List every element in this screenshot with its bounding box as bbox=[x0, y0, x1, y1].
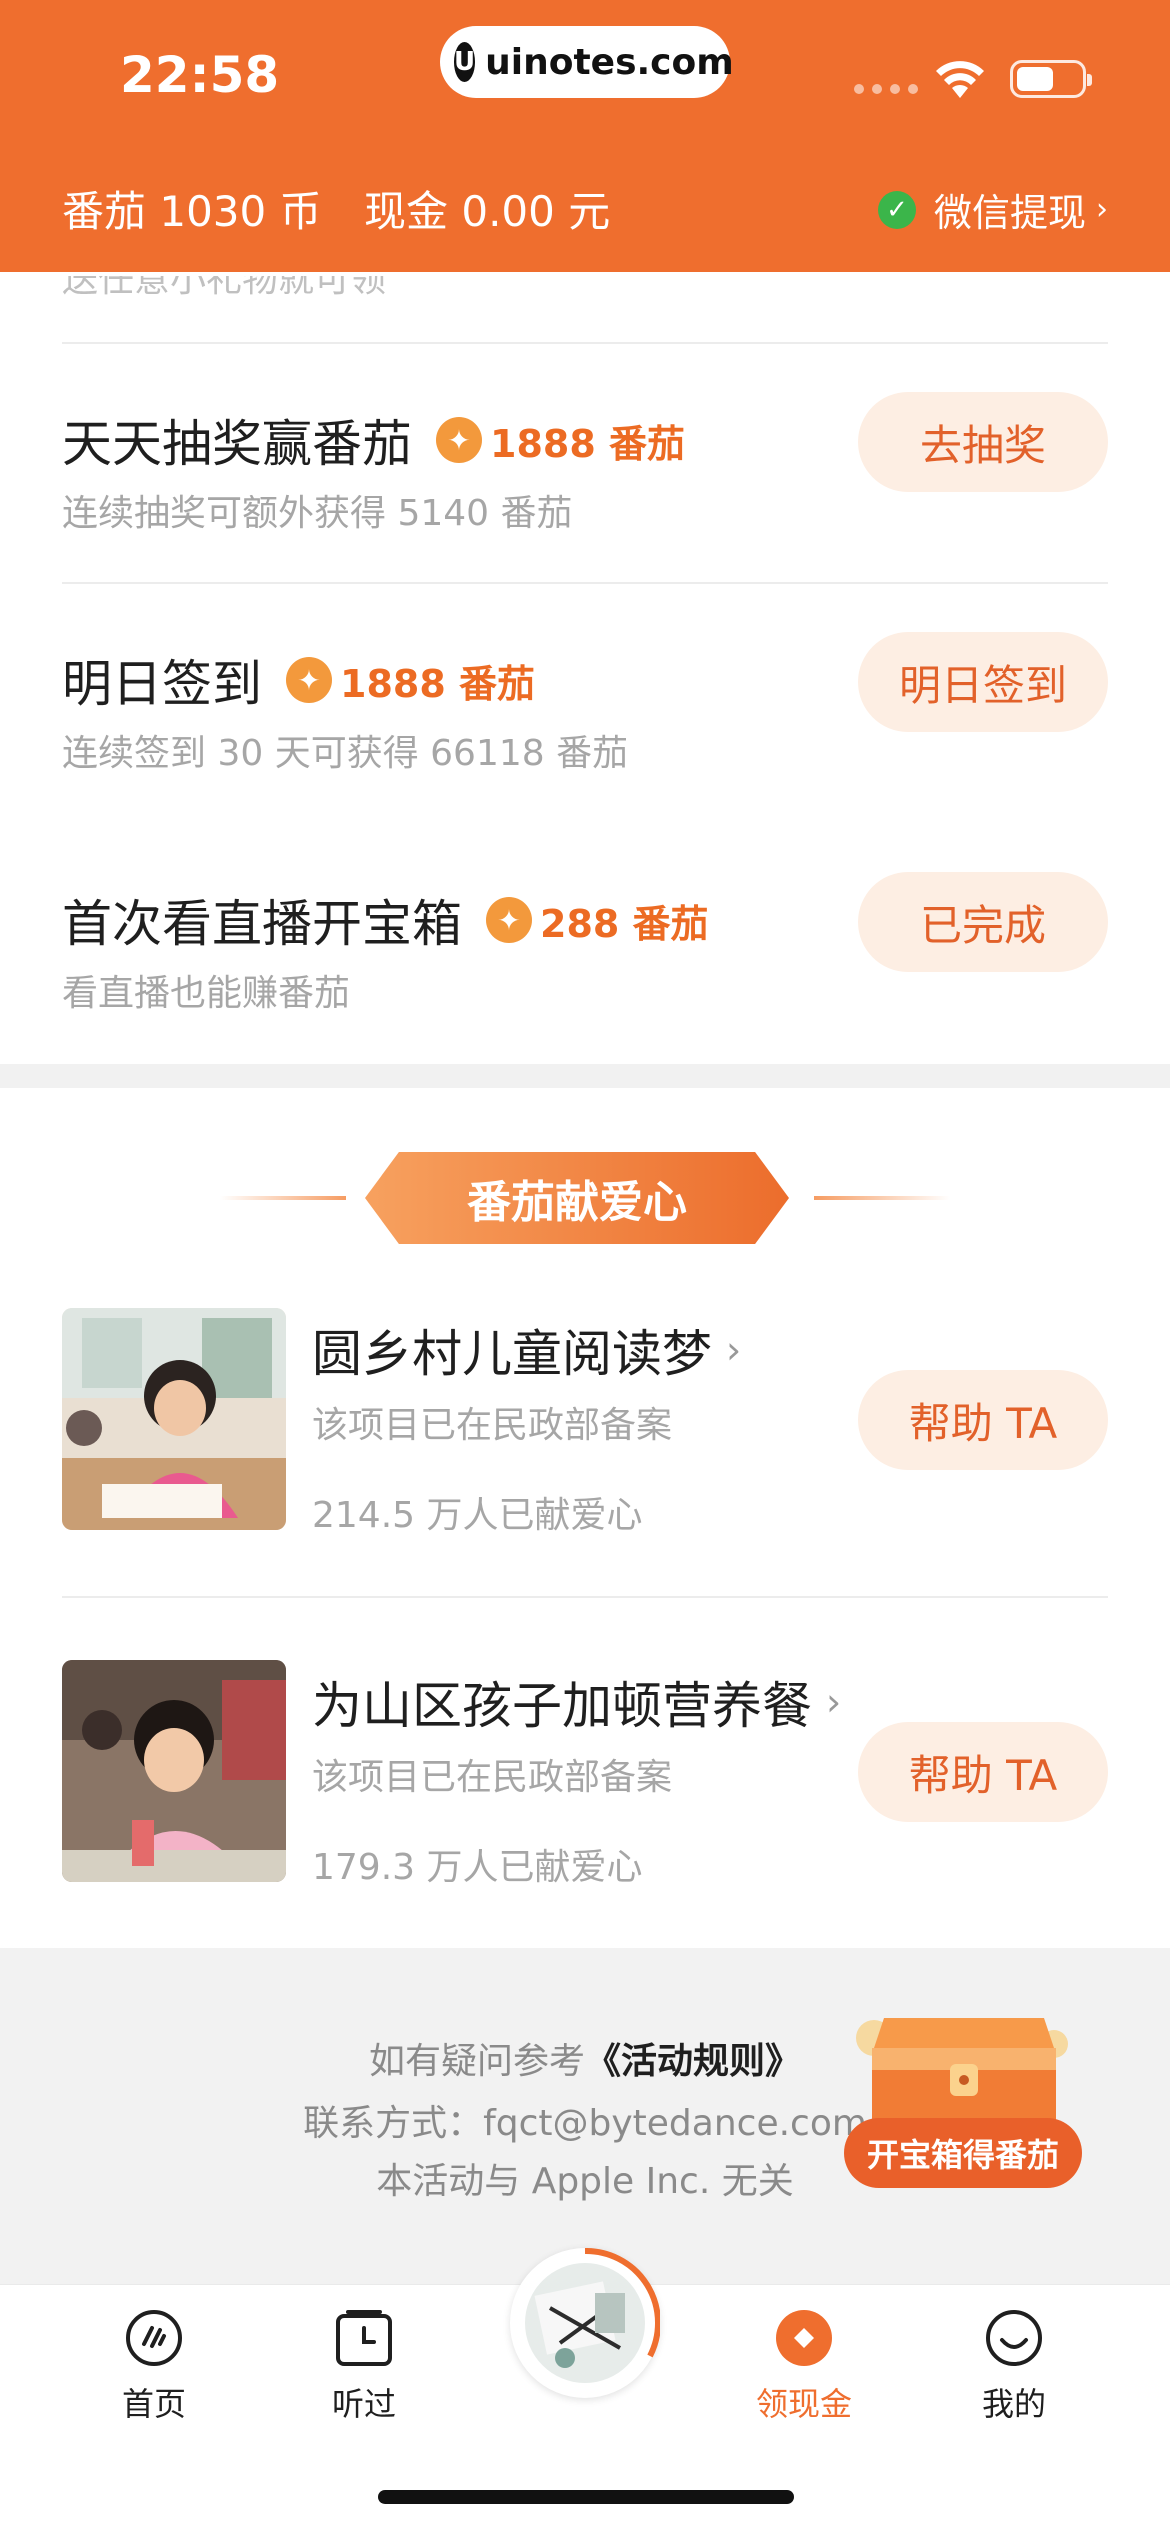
chevron-right-icon: › bbox=[726, 1328, 742, 1372]
completed-button[interactable]: 已完成 bbox=[858, 872, 1108, 972]
status-time: 22:58 bbox=[120, 46, 280, 104]
tab-history[interactable]: 听过 bbox=[284, 2307, 444, 2425]
charity-project-reading[interactable]: 圆乡村儿童阅读梦 › 该项目已在民政部备案 214.5 万人已献爱心 帮助 TA bbox=[0, 1308, 1170, 1548]
project-note: 该项目已在民政部备案 bbox=[312, 1405, 673, 1446]
coin-icon: ✦ bbox=[286, 657, 332, 703]
tab-label: 听过 bbox=[331, 2385, 396, 2423]
task-subtitle: 看直播也能赚番茄 bbox=[62, 973, 351, 1014]
site-logo-icon: U bbox=[454, 42, 476, 82]
footer-info: 如有疑问参考《活动规则》 联系方式：fqct@bytedance.com 本活动… bbox=[0, 1948, 1170, 2284]
section-separator bbox=[0, 1064, 1170, 1088]
task-title: 天天抽奖赢番茄 bbox=[62, 415, 412, 473]
task-reward: 1888 番茄 bbox=[340, 661, 535, 706]
tab-cash[interactable]: 领现金 bbox=[724, 2307, 884, 2425]
wechat-withdraw-link[interactable]: ✓ 微信提现 › bbox=[878, 182, 1108, 237]
task-reward: 288 番茄 bbox=[540, 901, 709, 946]
tab-profile[interactable]: 我的 bbox=[934, 2307, 1094, 2425]
project-photo bbox=[62, 1660, 286, 1882]
wechat-check-icon: ✓ bbox=[878, 190, 916, 229]
url-pill[interactable]: U uinotes.com bbox=[440, 26, 734, 98]
project-photo bbox=[62, 1308, 286, 1530]
chevron-right-icon: › bbox=[1096, 192, 1109, 227]
history-icon bbox=[333, 2307, 395, 2369]
task-subtitle: 连续签到 30 天可获得 66118 番茄 bbox=[62, 733, 629, 774]
help-button[interactable]: 帮助 TA bbox=[858, 1370, 1108, 1470]
tab-label: 领现金 bbox=[755, 2385, 852, 2423]
url-text: uinotes.com bbox=[485, 41, 734, 83]
project-title: 为山区孩子加顿营养餐 bbox=[312, 1677, 812, 1735]
tab-home[interactable]: 首页 bbox=[74, 2307, 234, 2425]
battery-icon bbox=[1010, 60, 1092, 98]
charity-project-meal[interactable]: 为山区孩子加顿营养餐 › 该项目已在民政部备案 179.3 万人已献爱心 帮助 … bbox=[0, 1660, 1170, 1900]
project-note: 该项目已在民政部备案 bbox=[312, 1757, 673, 1798]
wechat-withdraw-label: 微信提现 bbox=[934, 191, 1087, 235]
divider bbox=[62, 1596, 1108, 1598]
chevron-right-icon: › bbox=[826, 1680, 842, 1724]
wifi-icon bbox=[936, 61, 984, 98]
coin-icon: ✦ bbox=[486, 897, 532, 943]
tab-label: 我的 bbox=[981, 2385, 1046, 2423]
home-indicator bbox=[378, 2490, 794, 2504]
project-donor-count: 179.3 万人已献爱心 bbox=[312, 1847, 643, 1888]
task-title: 首次看直播开宝箱 bbox=[62, 895, 462, 953]
cash-icon bbox=[773, 2307, 835, 2369]
tomato-balance: 番茄 1030 币 bbox=[62, 187, 322, 236]
profile-icon bbox=[983, 2307, 1045, 2369]
project-donor-count: 214.5 万人已献爱心 bbox=[312, 1495, 643, 1536]
task-title: 明日签到 bbox=[62, 655, 262, 713]
open-chest-button[interactable]: 开宝箱得番茄 bbox=[844, 2118, 1082, 2188]
home-icon bbox=[123, 2307, 185, 2369]
task-reward: 1888 番茄 bbox=[490, 421, 685, 466]
cellular-signal-icon bbox=[854, 84, 918, 94]
header-bar: 22:58 U uinotes.com 番茄 1030 币 现金 0.00 元 … bbox=[0, 0, 1170, 272]
rules-link[interactable]: 《活动规则》 bbox=[585, 2041, 801, 2082]
lottery-button[interactable]: 去抽奖 bbox=[858, 392, 1108, 492]
task-row-lottery: 天天抽奖赢番茄 ✦ 1888 番茄 连续抽奖可额外获得 5140 番茄 去抽奖 bbox=[0, 344, 1170, 584]
checkin-button[interactable]: 明日签到 bbox=[858, 632, 1108, 732]
project-title: 圆乡村儿童阅读梦 bbox=[312, 1325, 712, 1383]
charity-title-badge: 番茄献爱心 bbox=[365, 1152, 789, 1244]
now-playing-disc[interactable] bbox=[510, 2247, 662, 2398]
charity-heading: 番茄献爱心 bbox=[220, 1152, 950, 1244]
task-row-checkin: 明日签到 ✦ 1888 番茄 连续签到 30 天可获得 66118 番茄 明日签… bbox=[0, 584, 1170, 824]
rules-prefix: 如有疑问参考 bbox=[368, 2041, 585, 2082]
cash-balance: 现金 0.00 元 bbox=[364, 187, 611, 236]
task-subtitle: 连续抽奖可额外获得 5140 番茄 bbox=[62, 493, 573, 534]
tab-label: 首页 bbox=[121, 2385, 186, 2423]
task-row-live: 首次看直播开宝箱 ✦ 288 番茄 看直播也能赚番茄 已完成 bbox=[0, 824, 1170, 1064]
help-button[interactable]: 帮助 TA bbox=[858, 1722, 1108, 1822]
coin-icon: ✦ bbox=[436, 417, 482, 463]
